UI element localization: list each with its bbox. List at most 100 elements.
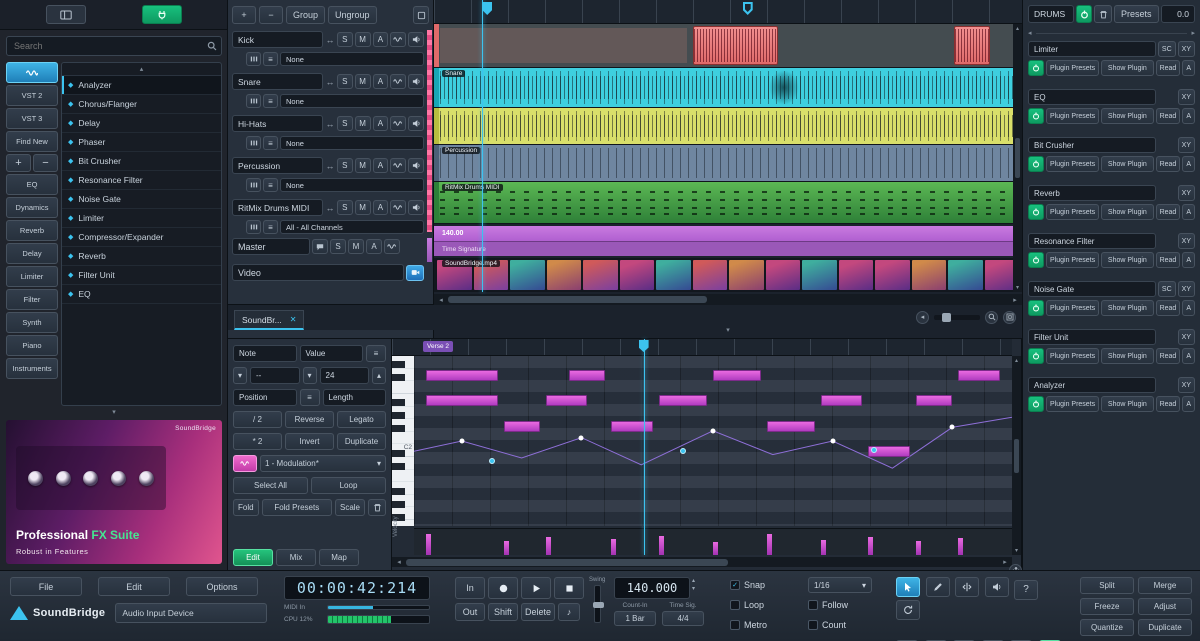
routing-list-icon[interactable]: ≡ bbox=[263, 94, 278, 108]
plugin-power-button[interactable] bbox=[1028, 348, 1044, 364]
velocity-bar[interactable] bbox=[504, 541, 509, 555]
curve-point-selected[interactable] bbox=[489, 458, 495, 464]
pencil-tool-button[interactable] bbox=[926, 577, 950, 597]
video-track-lane[interactable]: SoundBridge.mp4 bbox=[434, 258, 1022, 292]
add-button[interactable]: + bbox=[6, 154, 31, 172]
delete-button[interactable]: Delete bbox=[521, 603, 555, 621]
time-display[interactable]: 00:00:42:214 bbox=[284, 576, 430, 600]
plugin-power-button[interactable] bbox=[1028, 60, 1044, 76]
arm-button[interactable]: A bbox=[373, 74, 389, 89]
notes-icon[interactable] bbox=[312, 239, 328, 254]
playhead[interactable] bbox=[482, 0, 483, 292]
fold-button[interactable]: Fold bbox=[233, 499, 259, 516]
automation-icon[interactable] bbox=[390, 158, 406, 173]
loop-tool-button[interactable] bbox=[896, 600, 920, 620]
category-button[interactable]: Piano bbox=[6, 335, 58, 356]
monitor-icon[interactable] bbox=[408, 200, 424, 215]
plugin-list-item[interactable]: ◆ EQ bbox=[62, 285, 221, 304]
fold-presets-button[interactable]: Fold Presets bbox=[262, 499, 332, 516]
edit-action-button[interactable]: Quantize bbox=[1080, 619, 1134, 636]
routing-list-icon[interactable]: ≡ bbox=[263, 220, 278, 234]
routing-list-icon[interactable]: ≡ bbox=[263, 52, 278, 66]
automation-icon[interactable] bbox=[390, 116, 406, 131]
master-arm-button[interactable]: A bbox=[366, 239, 382, 254]
solo-button[interactable]: S bbox=[337, 32, 353, 47]
output-routing-field[interactable]: None bbox=[280, 94, 424, 108]
automation-mode-button[interactable]: A bbox=[1182, 348, 1195, 364]
midi-note-icon[interactable]: ♪ bbox=[558, 603, 580, 621]
edit-action-button[interactable]: Duplicate bbox=[1138, 619, 1192, 636]
percussion-lane[interactable]: Percussion bbox=[434, 145, 1022, 182]
scroll-right-icon[interactable]: ▸ bbox=[1008, 296, 1022, 304]
search-input[interactable] bbox=[6, 36, 222, 56]
duplicate-button[interactable]: Duplicate bbox=[337, 433, 386, 450]
curve-point[interactable] bbox=[459, 439, 464, 444]
transport-toggle[interactable]: Metro bbox=[730, 617, 802, 633]
resize-handle-icon[interactable]: ↔ bbox=[325, 77, 335, 87]
loop-button[interactable]: Loop bbox=[311, 477, 386, 494]
legato-button[interactable]: Legato bbox=[337, 411, 386, 428]
category-button[interactable]: Delay bbox=[6, 243, 58, 264]
plugin-list-item[interactable]: ◆ Filter Unit bbox=[62, 266, 221, 285]
scroll-down-icon[interactable]: ▾ bbox=[0, 408, 228, 416]
hihats-lane[interactable] bbox=[434, 108, 1022, 145]
plugin-list-item[interactable]: ◆ Noise Gate bbox=[62, 190, 221, 209]
value-stepper[interactable]: ▴ bbox=[372, 367, 386, 384]
timeline-marker[interactable] bbox=[743, 2, 753, 15]
velocity-bar[interactable] bbox=[611, 539, 616, 555]
horizontal-scrollbar[interactable]: ◂ ▸ bbox=[434, 294, 1022, 305]
splitter-chevron-icon[interactable]: ▾ bbox=[726, 326, 730, 334]
audio-clip[interactable] bbox=[954, 26, 989, 66]
solo-button[interactable]: S bbox=[337, 116, 353, 131]
scroll-left-icon[interactable]: ◂ bbox=[1028, 29, 1032, 37]
remove-button[interactable]: − bbox=[33, 154, 58, 172]
time-sig-button[interactable]: 4/4 bbox=[662, 611, 704, 626]
remove-track-button[interactable]: − bbox=[259, 6, 283, 24]
audio-device-button[interactable]: Audio Input Device bbox=[115, 603, 267, 623]
edit-action-button[interactable]: Adjust bbox=[1138, 598, 1192, 615]
plugin-presets-button[interactable]: Plugin Presets bbox=[1046, 156, 1099, 172]
arm-button[interactable]: A bbox=[373, 158, 389, 173]
trash-icon[interactable] bbox=[368, 499, 386, 516]
swing-slider[interactable] bbox=[594, 585, 601, 623]
toggle-checkbox[interactable] bbox=[808, 600, 818, 610]
routing-list-icon[interactable]: ≡ bbox=[263, 178, 278, 192]
output-routing-field[interactable]: None bbox=[280, 178, 424, 192]
rack-tab[interactable]: Find New bbox=[6, 131, 58, 152]
read-automation-button[interactable]: Read bbox=[1156, 396, 1181, 412]
category-button[interactable]: Synth bbox=[6, 312, 58, 333]
mute-button[interactable]: M bbox=[355, 200, 371, 215]
category-button[interactable]: Instruments bbox=[6, 358, 58, 379]
midi-note[interactable] bbox=[611, 421, 653, 432]
plugin-slot-name[interactable]: Filter Unit bbox=[1028, 329, 1156, 345]
edit-action-button[interactable]: Merge bbox=[1138, 577, 1192, 594]
output-routing-field[interactable]: None bbox=[280, 136, 424, 150]
half-length-button[interactable]: / 2 bbox=[233, 411, 282, 428]
plugin-slot-name[interactable]: Bit Crusher bbox=[1028, 137, 1156, 153]
xy-button[interactable]: XY bbox=[1178, 89, 1195, 105]
zoom-out-button[interactable]: ◂ bbox=[916, 311, 929, 324]
modulation-color-button[interactable] bbox=[233, 455, 257, 472]
mute-button[interactable]: M bbox=[355, 74, 371, 89]
automation-icon[interactable] bbox=[390, 200, 406, 215]
plugin-list-item[interactable]: ◆ Reverb bbox=[62, 247, 221, 266]
curve-point-selected[interactable] bbox=[680, 448, 686, 454]
section-marker[interactable]: Verse 2 bbox=[423, 341, 453, 352]
plugin-presets-button[interactable]: Plugin Presets bbox=[1046, 396, 1099, 412]
xy-button[interactable]: XY bbox=[1178, 233, 1195, 249]
output-routing-field[interactable]: All - All Channels bbox=[280, 220, 424, 234]
plugin-list-item[interactable]: ◆ Delay bbox=[62, 114, 221, 133]
menu-icon[interactable]: ≡ bbox=[366, 345, 386, 362]
velocity-bar[interactable] bbox=[546, 537, 551, 555]
rack-tab[interactable]: VST 2 bbox=[6, 85, 58, 106]
monitor-icon[interactable] bbox=[408, 74, 424, 89]
automation-mode-button[interactable]: A bbox=[1182, 60, 1195, 76]
freeze-icon[interactable] bbox=[246, 136, 261, 150]
editor-horizontal-scrollbar[interactable]: ◂ ▸ bbox=[392, 557, 1012, 567]
transport-toggle[interactable]: Count bbox=[808, 617, 880, 633]
note-dropdown-icon[interactable]: ▾ bbox=[233, 367, 247, 384]
tempo-down-icon[interactable]: ▾ bbox=[692, 585, 695, 592]
tempo-display[interactable]: 140.000 bbox=[614, 577, 690, 599]
close-icon[interactable]: ✕ bbox=[290, 315, 297, 324]
show-plugin-button[interactable]: Show Plugin bbox=[1101, 300, 1153, 316]
